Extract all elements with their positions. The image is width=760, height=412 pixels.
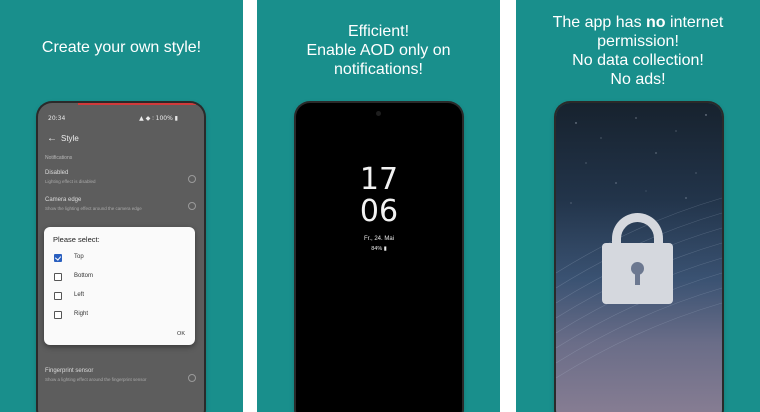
option-label: Left [74,292,85,298]
setting-title: Disabled [45,170,69,176]
caption-line: notifications! [334,61,423,78]
option-label: Bottom [74,273,94,279]
dialog-option-left[interactable]: Left [54,290,174,302]
option-label: Right [74,311,89,317]
caption-emphasis: no [646,14,666,31]
phone-mockup-style: 20:34 ▲ ◆ ⫶ 100% ▮ ← Style Notifications… [38,103,204,412]
aod-battery: 84% ▮ [371,246,387,252]
setting-subtitle: Show the lighting effect around the came… [45,206,142,211]
caption-style: Create your own style! [0,38,243,57]
caption-line: No data collection! [572,52,704,69]
caption-line: Enable AOD only on [306,42,451,59]
ok-button[interactable]: OK [177,331,185,337]
caption-line: No ads! [610,71,666,88]
keyhole-slot [635,271,640,285]
caption-line: Create your own style! [41,39,202,56]
front-camera-icon [376,111,381,116]
caption-line: Efficient! [347,23,410,40]
screenshot-panel-style: Create your own style! 20:34 ▲ ◆ ⫶ 100% … [0,0,243,412]
section-label: Notifications [45,155,73,161]
option-label: Top [74,254,84,260]
caption-line: permission! [597,33,679,50]
setting-subtitle: Show a lighting effect around the finger… [45,377,147,382]
radio-button[interactable] [188,175,196,183]
radio-button[interactable] [188,374,196,382]
setting-title: Camera edge [45,197,82,203]
caption-privacy: The app has no internet permission! No d… [516,13,760,89]
edge-lighting-line [78,103,196,105]
checkbox[interactable] [54,311,62,319]
setting-subtitle: Lighting effect is disabled [45,179,96,184]
clock-hours: 17 [359,162,399,197]
checkbox[interactable] [54,292,62,300]
radio-button[interactable] [188,202,196,210]
caption-aod: Efficient! Enable AOD only on notificati… [257,22,500,79]
dialog-title: Please select: [53,235,100,244]
select-dialog: Please select: Top Bottom Left Right OK [44,227,195,345]
aod-date: Fr., 24. Mai [363,236,394,242]
screenshot-panel-aod: Efficient! Enable AOD only on notificati… [257,0,500,412]
status-bar: 20:34 ▲ ◆ ⫶ 100% ▮ [38,113,204,125]
checkbox[interactable] [54,273,62,281]
app-bar: ← Style [38,129,204,149]
dialog-option-bottom[interactable]: Bottom [54,271,174,283]
screenshot-panel-privacy: The app has no internet permission! No d… [516,0,760,412]
back-arrow-icon[interactable]: ← [47,133,57,144]
clock-minutes: 06 [359,194,399,229]
app-bar-title: Style [61,134,79,143]
dialog-option-top[interactable]: Top [54,252,174,264]
status-icons: ▲ ◆ ⫶ 100% ▮ [139,115,178,122]
checkbox-checked[interactable] [54,254,62,262]
phone-mockup-lock [556,103,722,412]
caption-line: The app has no internet [552,14,724,31]
dialog-option-right[interactable]: Right [54,309,174,321]
phone-mockup-aod: 17 06 Fr., 24. Mai 84% ▮ [296,103,462,412]
status-time: 20:34 [48,115,66,122]
setting-title: Fingerprint sensor [45,368,94,374]
